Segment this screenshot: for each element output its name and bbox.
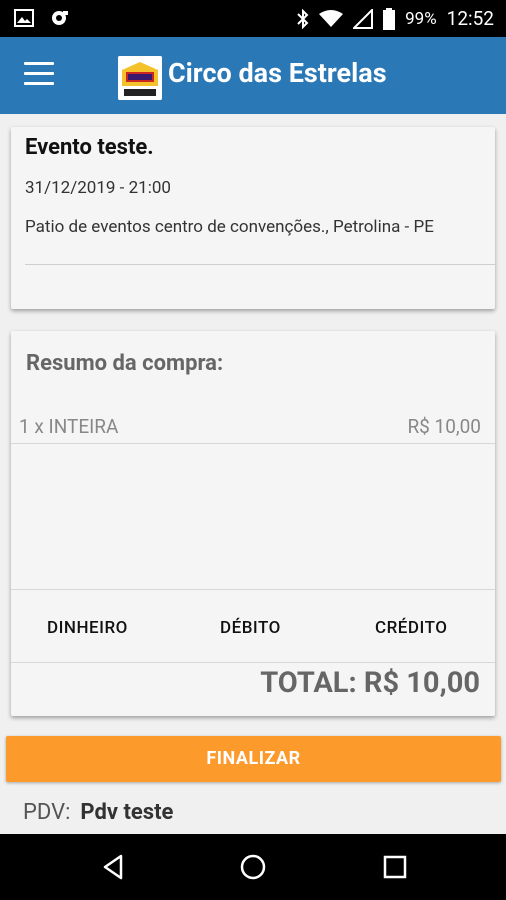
total-amount: TOTAL: R$ 10,00 <box>260 666 480 700</box>
recents-icon[interactable] <box>381 853 409 881</box>
battery-percentage: 99% <box>405 8 437 29</box>
event-location: Patio de eventos centro de convenções., … <box>25 217 434 237</box>
item-price: R$ 10,00 <box>407 415 481 438</box>
back-icon[interactable] <box>99 853 127 881</box>
summary-title: Resumo da compra: <box>26 351 224 376</box>
event-card: Evento teste. 31/12/2019 - 21:00 Patio d… <box>11 127 495 309</box>
bluetooth-icon <box>297 8 309 29</box>
app-bar: Circo das Estrelas <box>0 37 506 114</box>
status-bar: 99% 12:52 <box>0 0 506 37</box>
pdv-label: PDV: <box>23 800 71 825</box>
system-nav-bar <box>0 834 506 900</box>
image-icon <box>14 9 34 27</box>
payment-methods: DINHEIRO DÉBITO CRÉDITO <box>11 589 495 663</box>
wifi-icon <box>319 9 344 27</box>
event-datetime: 31/12/2019 - 21:00 <box>25 178 171 198</box>
home-icon[interactable] <box>239 853 267 881</box>
debit-button[interactable]: DÉBITO <box>220 618 281 638</box>
credit-button[interactable]: CRÉDITO <box>375 618 447 638</box>
battery-icon <box>383 7 396 30</box>
item-label: 1 x INTEIRA <box>19 415 119 438</box>
circus-logo <box>118 56 162 100</box>
camera-icon <box>52 11 68 25</box>
finalize-button[interactable]: FINALIZAR <box>6 736 501 782</box>
pdv-info: PDV: Pdv teste <box>23 800 173 825</box>
signal-icon <box>353 8 374 29</box>
list-item: 1 x INTEIRA R$ 10,00 <box>11 415 495 444</box>
purchase-summary-card: Resumo da compra: 1 x INTEIRA R$ 10,00 D… <box>11 331 495 716</box>
event-title: Evento teste. <box>25 135 154 160</box>
menu-icon[interactable] <box>24 62 54 88</box>
divider <box>25 264 495 265</box>
app-title: Circo das Estrelas <box>168 57 387 89</box>
clock: 12:52 <box>446 7 494 30</box>
pdv-value: Pdv teste <box>80 800 174 825</box>
cash-button[interactable]: DINHEIRO <box>47 618 128 638</box>
